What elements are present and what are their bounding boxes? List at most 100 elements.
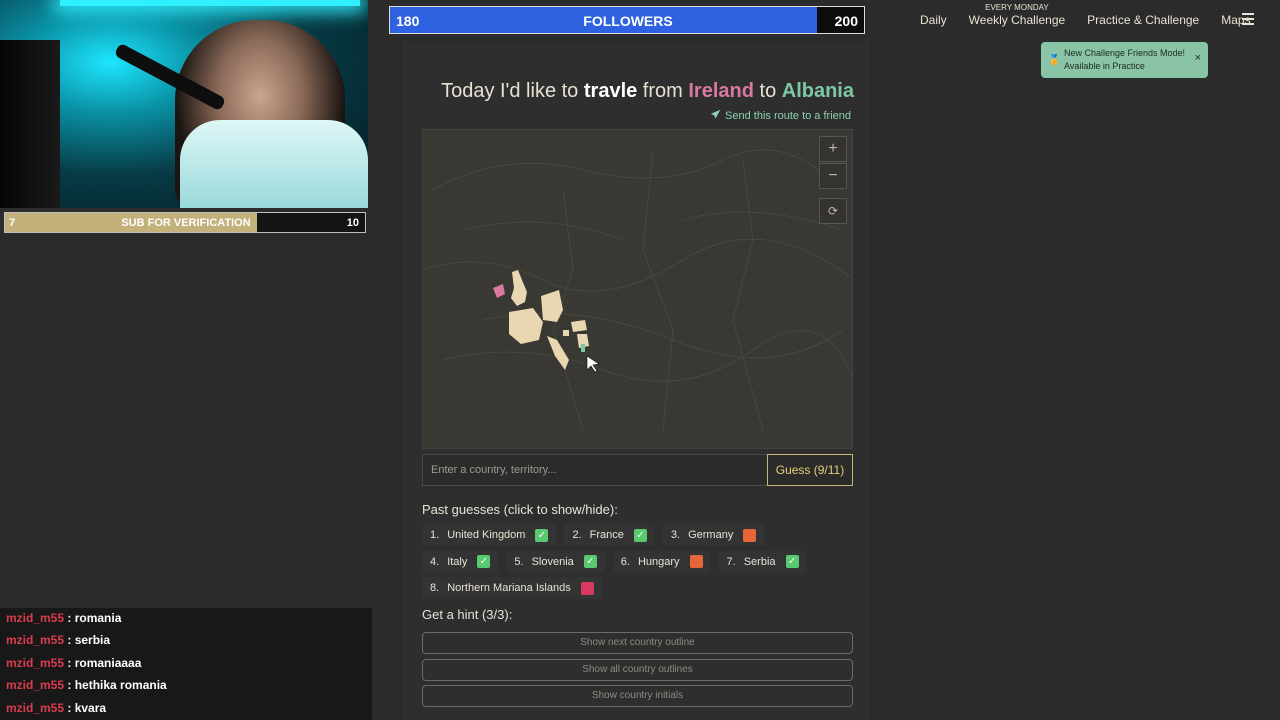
guess-number: 5. — [514, 555, 524, 568]
chat-user: mzid_m55 — [6, 633, 65, 648]
guess-country: United Kingdom — [447, 529, 526, 541]
pc-tower — [0, 40, 60, 208]
chat-message: mzid_m55 : kvara — [0, 698, 372, 720]
guess-number: 6. — [620, 555, 630, 568]
guess-country: Northern Mariana Islands — [447, 582, 571, 594]
title-to-word: to — [753, 80, 782, 102]
chat-sep: : — [64, 655, 75, 670]
guess-number: 2. — [572, 529, 582, 541]
chat-text: serbia — [74, 633, 111, 648]
status-square-icon — [580, 581, 594, 595]
guess-button[interactable]: Guess (9/11) — [767, 454, 853, 486]
chat-text: kvara — [74, 700, 107, 715]
world-map[interactable]: + − ⟳ — [422, 129, 853, 449]
weekly-label: Weekly Challenge — [968, 13, 1066, 27]
guess-country: Slovenia — [531, 555, 574, 568]
map-canvas — [423, 149, 852, 431]
guess-country: Italy — [447, 555, 468, 568]
past-guess-chip[interactable]: 4. Italy ✓ — [422, 550, 499, 573]
map-country-ireland — [493, 284, 505, 298]
guess-country: Germany — [688, 529, 734, 541]
top-nav: Daily EVERY MONDAY Weekly Challenge Prac… — [920, 0, 1273, 40]
followers-goal-label: FOLLOWERS — [583, 13, 673, 29]
notification-toast: 🏅 New Challenge Friends Mode! Available … — [1041, 42, 1208, 78]
past-guess-chip[interactable]: 2. France ✓ — [564, 524, 655, 546]
past-guess-chip[interactable]: 5. Slovenia ✓ — [506, 550, 605, 573]
weekly-tag: EVERY MONDAY — [985, 3, 1049, 12]
zoom-in-button[interactable]: + — [819, 136, 847, 162]
chat-message: mzid_m55 : hethika romania — [0, 675, 372, 697]
past-guess-chip[interactable]: 7. Serbia ✓ — [718, 550, 807, 573]
check-icon: ✓ — [535, 528, 549, 542]
toast-line-1: New Challenge Friends Mode! — [1064, 48, 1186, 58]
paper-plane-icon — [710, 109, 721, 119]
start-country: Ireland — [688, 80, 754, 102]
past-guess-chip[interactable]: 1. United Kingdom ✓ — [422, 524, 557, 546]
past-guess-chip[interactable]: 3. Germany — [662, 524, 765, 546]
led-strip — [60, 0, 360, 6]
country-borders — [423, 149, 852, 431]
medal-icon: 🏅 — [1048, 55, 1061, 66]
sub-goal-label: SUB FOR VERIFICATION — [121, 217, 251, 229]
past-guesses-list: 1. United Kingdom ✓ 2. France ✓ 3. Germany 4. Ita… — [422, 524, 862, 604]
chat-text: romania — [74, 611, 122, 625]
guess-number: 3. — [670, 529, 681, 541]
past-guess-chip[interactable]: 6. Hungary — [612, 550, 711, 573]
guess-country: France — [589, 529, 624, 541]
hint-initials-button[interactable]: Show country initials — [422, 685, 853, 707]
hamburger-icon[interactable] — [1242, 13, 1254, 25]
game-card: Today I'd like to travle from Ireland to… — [403, 42, 869, 720]
guess-row: 1. United Kingdom ✓ 2. France ✓ 3. Germany — [422, 524, 862, 550]
map-country-albania — [581, 344, 585, 352]
chat-sep: : — [64, 678, 75, 693]
hint-header: Get a hint (3/3): — [422, 607, 513, 622]
nav-daily[interactable]: Daily — [920, 13, 947, 27]
chat-user: mzid_m55 — [6, 655, 65, 670]
country-input[interactable] — [422, 454, 767, 486]
chat-text: hethika romania — [74, 678, 167, 693]
map-country-germany — [541, 290, 563, 322]
map-country-hungary — [571, 320, 587, 332]
hint-next-outline-button[interactable]: Show next country outline — [422, 632, 853, 654]
status-square-icon — [689, 555, 703, 568]
chat-user: mzid_m55 — [6, 611, 65, 625]
title-game-name: travle — [583, 80, 638, 102]
chat-user: mzid_m55 — [6, 700, 65, 715]
sub-goal-target: 10 — [346, 217, 359, 229]
hint-all-outlines-button[interactable]: Show all country outlines — [422, 659, 853, 681]
chat-message: mzid_m55 : romania — [0, 608, 372, 630]
map-country-italy — [547, 336, 569, 370]
guess-number: 7. — [726, 555, 736, 568]
nav-practice[interactable]: Practice & Challenge — [1087, 13, 1199, 27]
chat-text: romaniaaaa — [74, 655, 142, 670]
reset-map-icon[interactable]: ⟳ — [819, 198, 847, 224]
status-square-icon — [743, 528, 757, 542]
streamer-shirt — [180, 120, 368, 208]
guess-number: 4. — [430, 555, 440, 568]
chat-sep: : — [64, 611, 75, 625]
followers-goal-current: 180 — [396, 13, 420, 29]
send-route-link[interactable]: Send this route to a friend — [710, 109, 851, 122]
nav-weekly-challenge[interactable]: EVERY MONDAY Weekly Challenge — [968, 3, 1066, 27]
guess-number: 8. — [430, 582, 440, 594]
guess-number: 1. — [430, 529, 440, 541]
zoom-out-button[interactable]: − — [819, 163, 847, 189]
guess-country: Serbia — [743, 555, 776, 568]
page-title: Today I'd like to travle from Ireland to… — [422, 80, 854, 103]
chat-user: mzid_m55 — [6, 678, 65, 693]
check-icon: ✓ — [477, 555, 491, 568]
guess-row: 4. Italy ✓ 5. Slovenia ✓ 6. Hungary 7. Serbia ✓ — [422, 550, 862, 577]
close-icon[interactable]: × — [1195, 52, 1201, 65]
past-guess-chip[interactable]: 8. Northern Mariana Islands — [422, 577, 602, 599]
past-guesses-header[interactable]: Past guesses (click to show/hide): — [422, 502, 618, 517]
title-prefix: Today I'd like to — [441, 80, 584, 102]
chat-message: mzid_m55 : romaniaaaa — [0, 653, 372, 675]
map-country-uk — [511, 270, 527, 306]
title-from-word: from — [637, 80, 689, 102]
guess-country: Hungary — [637, 555, 680, 568]
stream-chat: mzid_m55 : romania mzid_m55 : serbia mzi… — [0, 608, 372, 720]
map-country-slovenia — [563, 330, 569, 336]
sub-goal-bar: SUB FOR VERIFICATION 7 10 — [4, 212, 366, 233]
check-icon: ✓ — [583, 555, 597, 568]
followers-goal-target: 200 — [834, 13, 858, 29]
